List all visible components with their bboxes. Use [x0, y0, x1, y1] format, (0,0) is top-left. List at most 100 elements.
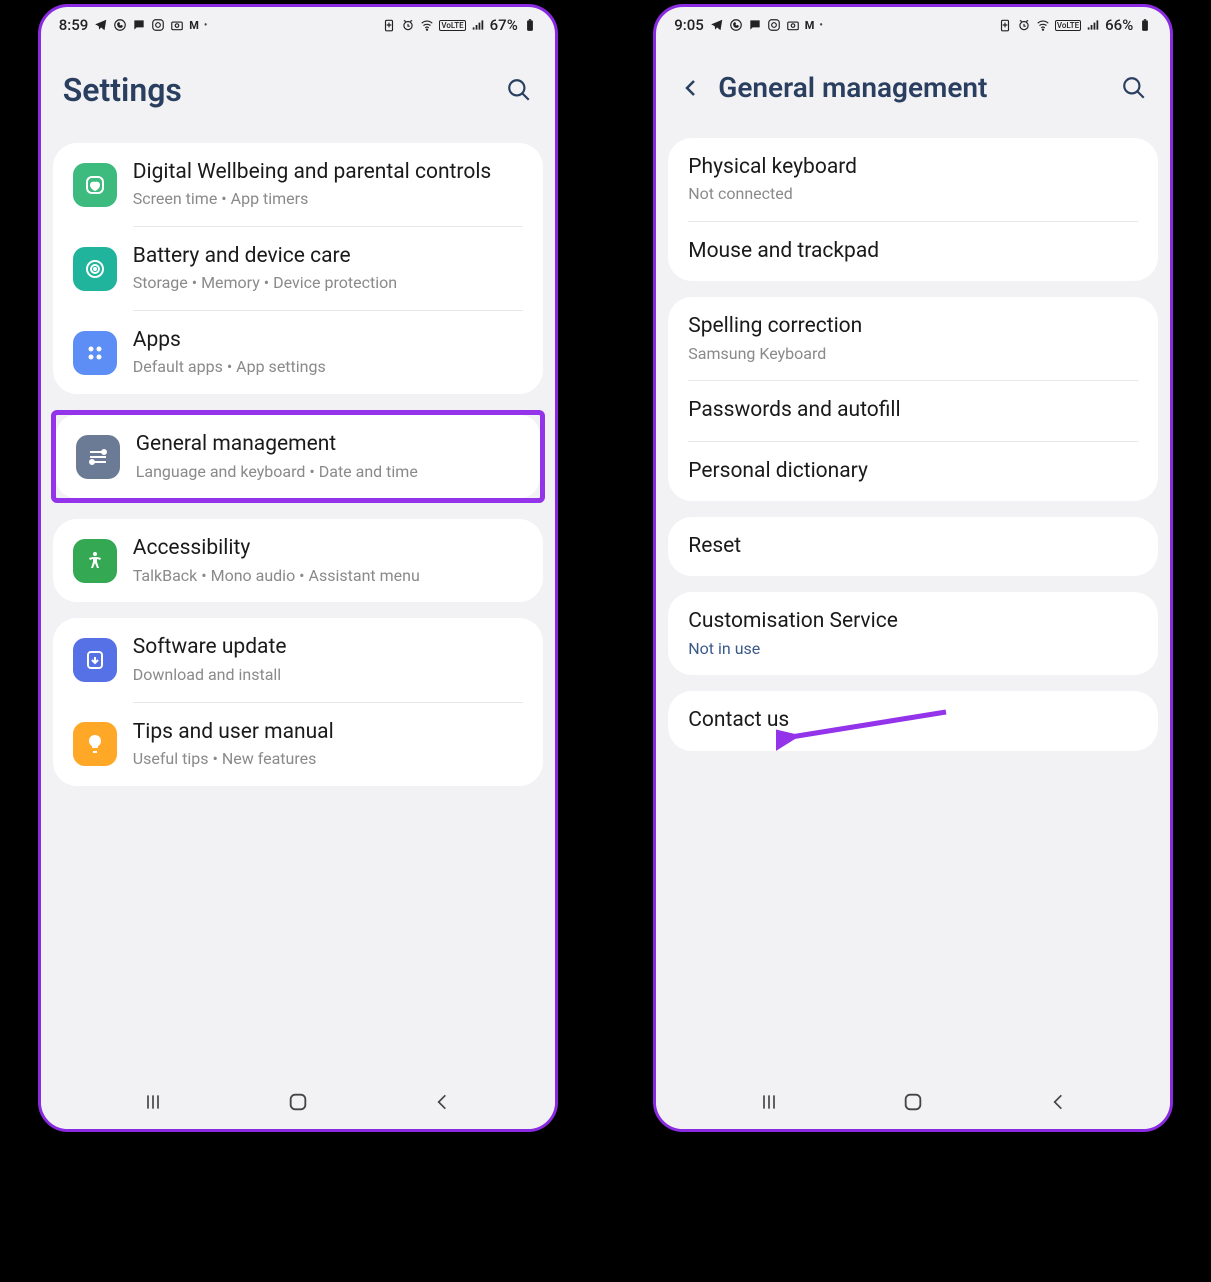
update-icon — [73, 638, 117, 682]
recents-button[interactable] — [755, 1088, 783, 1116]
row-subtitle: Useful tips • New features — [133, 749, 523, 770]
recents-button[interactable] — [139, 1088, 167, 1116]
accessibility-icon — [73, 539, 117, 583]
whatsapp-icon — [113, 18, 127, 32]
header: Settings — [41, 43, 555, 143]
row-title: Digital Wellbeing and parental controls — [133, 159, 523, 186]
page-title: Settings — [63, 71, 491, 109]
settings-group: General management Language and keyboard… — [56, 415, 540, 498]
settings-group: Accessibility TalkBack • Mono audio • As… — [53, 519, 543, 602]
settings-row-software-update[interactable]: Software update Download and install — [53, 618, 543, 701]
row-subtitle: Screen time • App timers — [133, 189, 523, 210]
row-title: Physical keyboard — [688, 154, 1138, 181]
status-time: 8:59 — [59, 16, 89, 34]
apps-icon — [73, 331, 117, 375]
status-app-icons: M • — [710, 18, 823, 32]
settings-row-device-care[interactable]: Battery and device care Storage • Memory… — [53, 227, 543, 310]
telegram-icon — [710, 18, 724, 32]
nav-bar — [656, 1075, 1170, 1129]
back-button[interactable] — [678, 75, 704, 101]
row-title: Contact us — [688, 707, 1138, 734]
back-button[interactable] — [1044, 1088, 1072, 1116]
settings-row-tips[interactable]: Tips and user manual Useful tips • New f… — [53, 703, 543, 786]
battery-percent: 66% — [1105, 16, 1133, 34]
row-title: Accessibility — [133, 535, 523, 562]
search-button[interactable] — [1120, 74, 1148, 102]
volte-icon: VoLTE — [439, 20, 465, 31]
chat-icon — [132, 18, 146, 32]
row-subtitle: Language and keyboard • Date and time — [136, 462, 520, 483]
row-passwords-autofill[interactable]: Passwords and autofill — [668, 381, 1158, 440]
row-customisation-service[interactable]: Customisation Service Not in use — [668, 592, 1158, 675]
settings-group: Contact us — [668, 691, 1158, 750]
wellbeing-icon — [73, 163, 117, 207]
settings-group: Spelling correction Samsung Keyboard Pas… — [668, 297, 1158, 501]
battery-saver-icon — [998, 18, 1012, 32]
tips-icon — [73, 722, 117, 766]
general-management-list[interactable]: Physical keyboard Not connected Mouse an… — [656, 138, 1170, 1075]
signal-icon — [1086, 18, 1100, 32]
camera-icon — [170, 18, 184, 32]
gmail-icon: M — [805, 19, 815, 32]
phone-right: 9:05 M • VoLTE 66% General manageme — [653, 4, 1173, 1132]
row-title: General management — [136, 431, 520, 458]
camera-icon — [786, 18, 800, 32]
row-title: Spelling correction — [688, 313, 1138, 340]
row-title: Passwords and autofill — [688, 397, 1138, 424]
battery-saver-icon — [382, 18, 396, 32]
battery-percent: 67% — [490, 16, 518, 34]
settings-row-apps[interactable]: Apps Default apps • App settings — [53, 311, 543, 394]
settings-group: Reset — [668, 517, 1158, 576]
home-button[interactable] — [284, 1088, 312, 1116]
nav-bar — [41, 1075, 555, 1129]
row-title: Software update — [133, 634, 523, 661]
instagram-icon — [767, 18, 781, 32]
volte-icon: VoLTE — [1055, 20, 1081, 31]
settings-row-accessibility[interactable]: Accessibility TalkBack • Mono audio • As… — [53, 519, 543, 602]
row-title: Personal dictionary — [688, 458, 1138, 485]
row-contact-us[interactable]: Contact us — [668, 691, 1158, 750]
row-subtitle: Default apps • App settings — [133, 357, 523, 378]
search-icon — [1121, 75, 1147, 101]
page-title: General management — [718, 71, 1106, 104]
general-icon — [76, 435, 120, 479]
signal-icon — [471, 18, 485, 32]
row-spelling-correction[interactable]: Spelling correction Samsung Keyboard — [668, 297, 1158, 380]
row-mouse-trackpad[interactable]: Mouse and trackpad — [668, 222, 1158, 281]
row-subtitle: Not in use — [688, 639, 1138, 660]
settings-group: Customisation Service Not in use — [668, 592, 1158, 675]
row-reset[interactable]: Reset — [668, 517, 1158, 576]
row-title: Customisation Service — [688, 608, 1138, 635]
back-button[interactable] — [428, 1088, 456, 1116]
status-bar: 9:05 M • VoLTE 66% — [656, 7, 1170, 43]
chat-icon — [748, 18, 762, 32]
settings-group: Digital Wellbeing and parental controls … — [53, 143, 543, 394]
home-button[interactable] — [899, 1088, 927, 1116]
battery-icon — [523, 18, 537, 32]
settings-group: Physical keyboard Not connected Mouse an… — [668, 138, 1158, 281]
alarm-icon — [1017, 18, 1031, 32]
row-personal-dictionary[interactable]: Personal dictionary — [668, 442, 1158, 501]
search-button[interactable] — [505, 76, 533, 104]
settings-row-wellbeing[interactable]: Digital Wellbeing and parental controls … — [53, 143, 543, 226]
battery-icon — [1138, 18, 1152, 32]
row-title: Battery and device care — [133, 243, 523, 270]
phone-left: 8:59 M • VoLTE 67% Settings — [38, 4, 558, 1132]
settings-group: Software update Download and install Tip… — [53, 618, 543, 785]
alarm-icon — [401, 18, 415, 32]
highlight-annotation: General management Language and keyboard… — [51, 410, 545, 503]
status-app-icons: M • — [94, 18, 207, 32]
row-title: Apps — [133, 327, 523, 354]
row-title: Reset — [688, 533, 1138, 560]
wifi-icon — [1036, 18, 1050, 32]
row-physical-keyboard[interactable]: Physical keyboard Not connected — [668, 138, 1158, 221]
row-subtitle: Download and install — [133, 665, 523, 686]
whatsapp-icon — [729, 18, 743, 32]
row-subtitle: TalkBack • Mono audio • Assistant menu — [133, 566, 523, 587]
more-dot-icon: • — [204, 20, 208, 31]
row-subtitle: Samsung Keyboard — [688, 344, 1138, 365]
more-dot-icon: • — [819, 20, 823, 31]
settings-row-general-management[interactable]: General management Language and keyboard… — [56, 415, 540, 498]
settings-list[interactable]: Digital Wellbeing and parental controls … — [41, 143, 555, 1075]
row-title: Mouse and trackpad — [688, 238, 1138, 265]
